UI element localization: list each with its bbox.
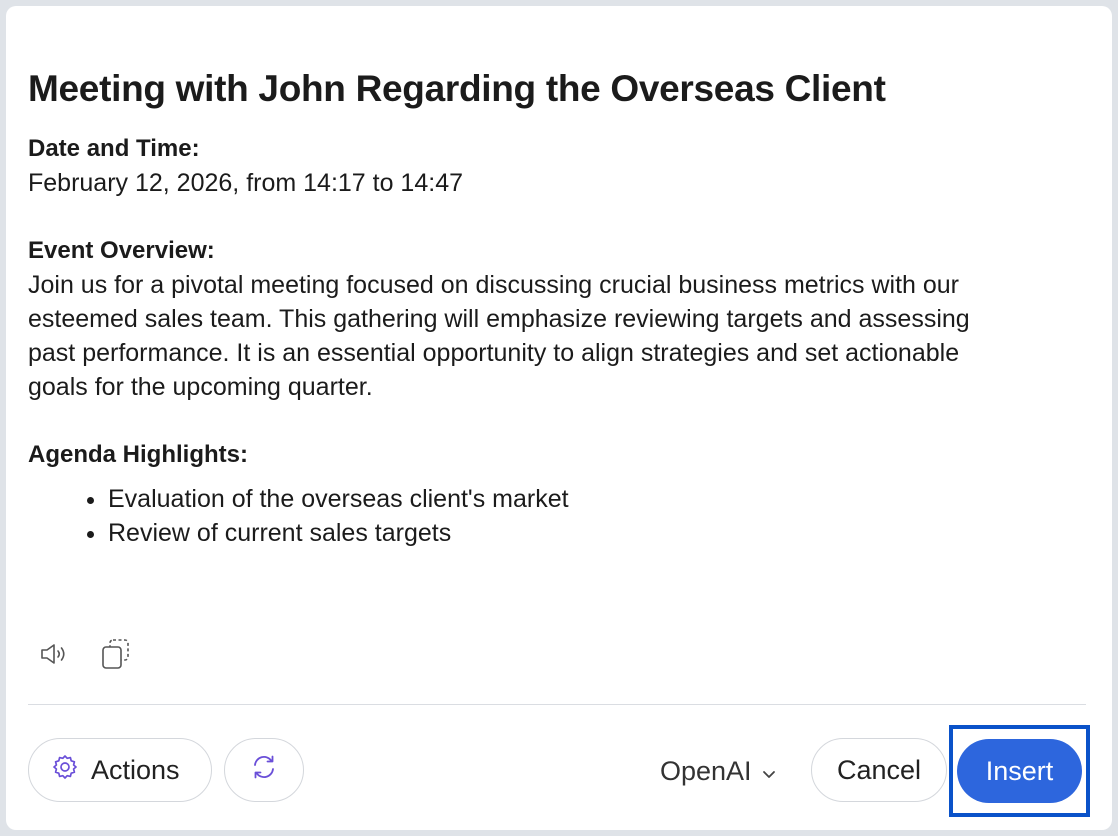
overview-line: Join us for a pivotal meeting focused on… <box>28 271 959 299</box>
copy-icon <box>101 638 131 675</box>
gear-icon <box>51 753 79 788</box>
content-scroll-area[interactable]: Meeting with John Regarding the Overseas… <box>28 64 1088 586</box>
insert-button[interactable]: Insert <box>957 739 1082 803</box>
agenda-label: Agenda Highlights: <box>28 441 248 468</box>
overview-line: esteemed sales team. This gathering will… <box>28 305 970 333</box>
refresh-icon <box>249 752 279 789</box>
agenda-section: Agenda Highlights: Evaluation of the ove… <box>28 438 1088 550</box>
chevron-down-icon <box>762 756 776 787</box>
agenda-item: Review of current sales targets <box>108 516 1088 550</box>
overview-line: goals for the upcoming quarter. <box>28 373 373 401</box>
ai-result-dialog: Meeting with John Regarding the Overseas… <box>6 6 1112 830</box>
cancel-button[interactable]: Cancel <box>811 738 947 802</box>
result-toolbar <box>34 636 136 676</box>
date-label: Date and Time: <box>28 135 200 162</box>
agenda-list: Evaluation of the overseas client's mark… <box>28 482 1088 550</box>
overview-section: Event Overview: Join us for a pivotal me… <box>28 234 1088 404</box>
overview-label: Event Overview: <box>28 237 215 264</box>
actions-label: Actions <box>91 754 180 785</box>
insert-label: Insert <box>985 755 1054 786</box>
model-label: OpenAI <box>660 755 752 786</box>
overview-line: past performance. It is an essential opp… <box>28 339 960 367</box>
footer-divider <box>28 704 1086 705</box>
date-section: Date and Time: February 12, 2026, from 1… <box>28 132 1088 200</box>
actions-button[interactable]: Actions <box>28 738 212 802</box>
agenda-item: Evaluation of the overseas client's mark… <box>108 482 1088 516</box>
speaker-icon <box>39 642 69 671</box>
cancel-label: Cancel <box>836 754 922 785</box>
event-title: Meeting with John Regarding the Overseas… <box>28 68 886 109</box>
read-aloud-button[interactable] <box>34 636 74 676</box>
model-select[interactable]: OpenAI <box>660 754 776 788</box>
regenerate-button[interactable] <box>224 738 304 802</box>
date-value: February 12, 2026, from 14:17 to 14:47 <box>28 169 463 197</box>
copy-button[interactable] <box>96 636 136 676</box>
